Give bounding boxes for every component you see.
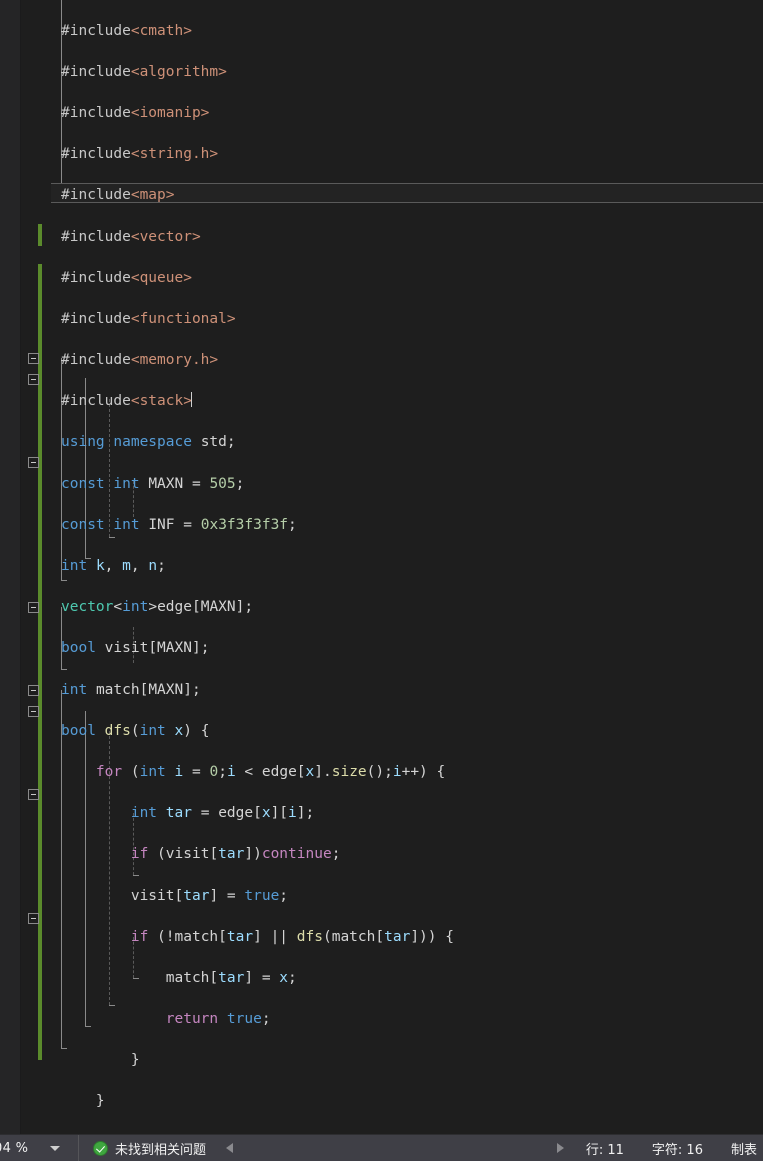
code-line[interactable]: #include<string.h> (51, 144, 763, 165)
code-line[interactable]: const int MAXN = 505; (51, 474, 763, 495)
code-line[interactable]: #include<memory.h> (51, 350, 763, 371)
code-line[interactable]: #include<functional> (51, 309, 763, 330)
code-line-current[interactable]: #include<stack> (51, 391, 763, 412)
code-line[interactable]: } (51, 1050, 763, 1071)
code-line[interactable]: #include<vector> (51, 227, 763, 248)
scroll-left-arrow-icon[interactable] (226, 1143, 234, 1153)
code-line[interactable]: bool visit[MAXN]; (51, 638, 763, 659)
fold-marker[interactable] (28, 374, 39, 385)
code-line[interactable]: bool dfs(int x) { (51, 721, 763, 742)
line-number-label[interactable]: 行: 11 (572, 1139, 638, 1158)
code-line[interactable]: return false; (51, 1133, 763, 1134)
code-line[interactable]: } (51, 1091, 763, 1112)
fold-marker[interactable] (28, 913, 39, 924)
issues-indicator[interactable]: 未找到相关问题 (79, 1135, 218, 1161)
fold-marker[interactable] (28, 457, 39, 468)
change-bar (38, 224, 42, 246)
fold-marker[interactable] (28, 602, 39, 613)
fold-marker[interactable] (28, 353, 39, 364)
caret-position-group: 行: 11 字符: 16 制表 (572, 1135, 763, 1161)
code-line[interactable]: match[tar] = x; (51, 968, 763, 989)
scroll-right-arrow-icon[interactable] (556, 1143, 564, 1153)
code-line[interactable]: int k, m, n; (51, 556, 763, 577)
code-line[interactable]: int match[MAXN]; (51, 680, 763, 701)
code-line[interactable]: #include<queue> (51, 268, 763, 289)
code-line[interactable]: #include<map> (51, 185, 763, 206)
editor-gutter[interactable] (21, 0, 51, 1134)
editor-left-strip (0, 0, 21, 1134)
zoom-level-label: 04 % (0, 1140, 29, 1156)
fold-marker[interactable] (28, 789, 39, 800)
tab-setting-label[interactable]: 制表 (717, 1139, 763, 1158)
code-line[interactable]: for (int i = 0;i < edge[x].size();i++) { (51, 762, 763, 783)
code-line[interactable]: using namespace std; (51, 432, 763, 453)
code-line[interactable]: #include<iomanip> (51, 103, 763, 124)
code-line[interactable]: return true; (51, 1009, 763, 1030)
text-caret (190, 392, 192, 408)
fold-marker[interactable] (28, 706, 39, 717)
horizontal-scrollbar[interactable] (218, 1135, 572, 1161)
column-number-label[interactable]: 字符: 16 (638, 1139, 717, 1158)
code-line[interactable]: if (!match[tar] || dfs(match[tar])) { (51, 927, 763, 948)
chevron-down-icon[interactable] (50, 1145, 61, 1151)
code-line[interactable]: visit[tar] = true; (51, 886, 763, 907)
code-line[interactable]: #include<cmath> (51, 21, 763, 42)
issues-label: 未找到相关问题 (115, 1142, 207, 1158)
code-line[interactable]: vector<int>edge[MAXN]; (51, 597, 763, 618)
code-line[interactable]: #include<algorithm> (51, 62, 763, 83)
zoom-level-control[interactable]: 04 % (0, 1135, 78, 1161)
code-editor[interactable]: #include<cmath> #include<algorithm> #inc… (0, 0, 763, 1134)
code-surface[interactable]: #include<cmath> #include<algorithm> #inc… (51, 0, 763, 1134)
code-line[interactable]: if (visit[tar])continue; (51, 844, 763, 865)
status-bar: 04 % 未找到相关问题 行: 11 字符: 16 制表 (0, 1134, 763, 1161)
check-circle-icon (93, 1140, 108, 1156)
code-line[interactable]: int tar = edge[x][i]; (51, 803, 763, 824)
code-text[interactable]: #include<cmath> #include<algorithm> #inc… (51, 0, 763, 1134)
code-line[interactable]: const int INF = 0x3f3f3f3f; (51, 515, 763, 536)
fold-marker[interactable] (28, 685, 39, 696)
ide-window: #include<cmath> #include<algorithm> #inc… (0, 0, 763, 1161)
